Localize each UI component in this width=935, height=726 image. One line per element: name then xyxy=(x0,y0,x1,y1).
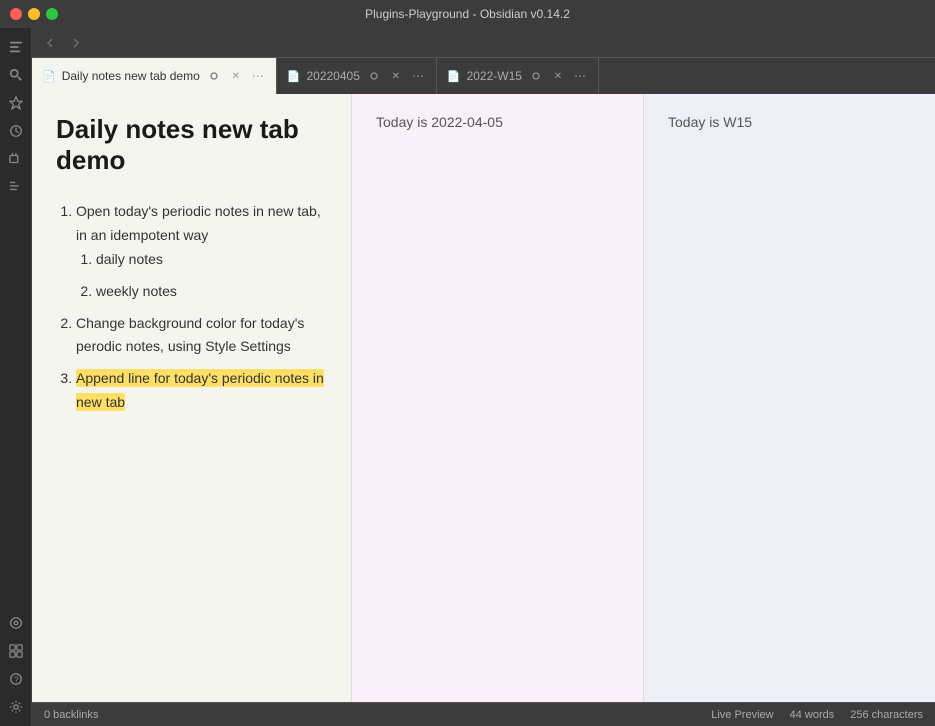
note-body: Open today's periodic notes in new tab, … xyxy=(56,200,327,414)
window-title: Plugins-Playground - Obsidian v0.14.2 xyxy=(365,7,570,21)
tab-daily-icon: 📄 xyxy=(287,70,301,83)
status-bar-right: Live Preview 44 words 256 characters xyxy=(711,709,923,721)
tab-daily-more[interactable]: ⋯ xyxy=(410,68,426,84)
tab-main[interactable]: 📄 Daily notes new tab demo ✕ ⋯ xyxy=(32,58,277,94)
sidebar-icon-search[interactable] xyxy=(5,64,27,86)
sidebar-icon-graph[interactable] xyxy=(5,612,27,634)
tab-main-close[interactable]: ✕ xyxy=(228,68,244,84)
sidebar-icon-recent[interactable] xyxy=(5,120,27,142)
panel-center-text: Today is 2022-04-05 xyxy=(376,114,619,130)
highlighted-text: Append line for today's periodic notes i… xyxy=(76,369,324,411)
tab-weekly[interactable]: 📄 2022-W15 ✕ ⋯ xyxy=(437,58,599,94)
list-item: Change background color for today's pero… xyxy=(76,312,327,360)
status-words: 44 words xyxy=(790,709,835,721)
panel-center-content: Today is 2022-04-05 xyxy=(352,94,643,702)
maximize-button[interactable] xyxy=(46,8,58,20)
traffic-lights xyxy=(10,8,58,20)
panel-left: Daily notes new tab demo Open today's pe… xyxy=(32,94,352,702)
note-title: Daily notes new tab demo xyxy=(56,114,327,176)
close-button[interactable] xyxy=(10,8,22,20)
status-bar: 0 backlinks Live Preview 44 words 256 ch… xyxy=(32,702,935,726)
panel-right-text: Today is W15 xyxy=(668,114,911,130)
tab-daily-pin[interactable] xyxy=(366,68,382,84)
list-item: daily notes xyxy=(96,248,327,272)
status-characters: 256 characters xyxy=(850,709,923,721)
sidebar-icon-help[interactable]: ? xyxy=(5,668,27,690)
tab-main-pin[interactable] xyxy=(206,68,222,84)
tab-weekly-icon: 📄 xyxy=(447,70,461,83)
sidebar-icon-star[interactable] xyxy=(5,92,27,114)
panel-left-content: Daily notes new tab demo Open today's pe… xyxy=(32,94,351,702)
list-item: Append line for today's periodic notes i… xyxy=(76,367,327,415)
sidebar-icon-blocks[interactable] xyxy=(5,640,27,662)
forward-button[interactable] xyxy=(66,33,86,53)
status-live-preview[interactable]: Live Preview xyxy=(711,709,773,721)
minimize-button[interactable] xyxy=(28,8,40,20)
tab-daily-label: 20220405 xyxy=(306,69,359,83)
content-area: 📄 Daily notes new tab demo ✕ ⋯ 📄 2022040… xyxy=(32,28,935,726)
tab-weekly-more[interactable]: ⋯ xyxy=(572,68,588,84)
tab-weekly-close[interactable]: ✕ xyxy=(550,68,566,84)
status-backlinks: 0 backlinks xyxy=(44,709,98,721)
sidebar-icon-tags[interactable] xyxy=(5,148,27,170)
app-body: ? 📄 Daily notes new tab demo xyxy=(0,28,935,726)
tab-weekly-label: 2022-W15 xyxy=(467,69,522,83)
sidebar-icon-filetree[interactable] xyxy=(5,36,27,58)
panel-right-content: Today is W15 xyxy=(644,94,935,702)
list-item: Open today's periodic notes in new tab, … xyxy=(76,200,327,303)
tab-bar: 📄 Daily notes new tab demo ✕ ⋯ 📄 2022040… xyxy=(32,58,935,94)
note-list: Open today's periodic notes in new tab, … xyxy=(56,200,327,414)
tab-weekly-pin[interactable] xyxy=(528,68,544,84)
list-item-text: Change background color for today's pero… xyxy=(76,315,304,355)
panel-right: Today is W15 xyxy=(644,94,935,702)
panels: Daily notes new tab demo Open today's pe… xyxy=(32,94,935,702)
tab-main-label: Daily notes new tab demo xyxy=(62,69,200,83)
list-item: weekly notes xyxy=(96,280,327,304)
sidebar-icon-settings[interactable] xyxy=(5,696,27,718)
title-bar: Plugins-Playground - Obsidian v0.14.2 xyxy=(0,0,935,28)
nav-bar xyxy=(32,28,935,58)
list-item-text: daily notes xyxy=(96,251,163,267)
list-item-text: Open today's periodic notes in new tab, … xyxy=(76,203,321,243)
svg-text:?: ? xyxy=(14,676,19,685)
sidebar: ? xyxy=(0,28,32,726)
list-item-text: weekly notes xyxy=(96,283,177,299)
sidebar-bottom: ? xyxy=(5,612,27,726)
tab-main-more[interactable]: ⋯ xyxy=(250,68,266,84)
sidebar-icon-outline[interactable] xyxy=(5,176,27,198)
panel-center: Today is 2022-04-05 xyxy=(352,94,644,702)
tab-main-icon: 📄 xyxy=(42,70,56,83)
back-button[interactable] xyxy=(40,33,60,53)
tab-daily-close[interactable]: ✕ xyxy=(388,68,404,84)
sub-list: daily notes weekly notes xyxy=(76,248,327,304)
tab-daily[interactable]: 📄 20220405 ✕ ⋯ xyxy=(277,58,437,94)
